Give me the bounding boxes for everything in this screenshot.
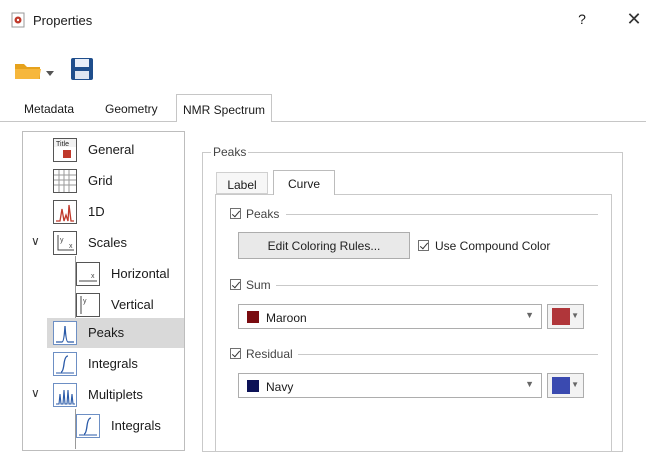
tree-item-label: 1D <box>88 204 105 219</box>
chevron-down-icon: ▼ <box>525 310 534 320</box>
peaks-checkbox-label: Peaks <box>246 207 280 221</box>
tree-item-general[interactable]: Title General <box>23 135 184 165</box>
use-compound-color-label: Use Compound Color <box>435 239 551 253</box>
spectrum-1d-icon <box>53 200 77 224</box>
close-button[interactable]: ✕ <box>625 9 643 30</box>
svg-text:Title: Title <box>56 141 69 148</box>
tree-item-label: Multiplets <box>88 387 143 402</box>
tree-item-label: Integrals <box>88 356 138 371</box>
help-button[interactable]: ? <box>574 11 590 27</box>
multiplet-icon <box>53 383 77 407</box>
svg-text:x: x <box>91 273 95 280</box>
tree-item-label: Horizontal <box>111 266 170 281</box>
tab-nmr-spectrum[interactable]: NMR Spectrum <box>176 94 272 122</box>
residual-color-swatch <box>247 380 259 392</box>
sum-color-name: Maroon <box>266 311 307 325</box>
vertical-scale-icon: y <box>76 293 100 317</box>
tab-divider <box>0 121 646 122</box>
tab-geometry[interactable]: Geometry <box>105 102 158 116</box>
chevron-down-icon: ▼ <box>525 379 534 389</box>
settings-tree: Title General Grid 1D ∨ y x Scales x Hor… <box>22 131 185 451</box>
residual-checkbox-label: Residual <box>246 347 293 361</box>
tree-item-label: Peaks <box>88 325 125 340</box>
window-title: Properties <box>33 13 93 28</box>
tree-item-multiplets[interactable]: ∨ Multiplets <box>23 380 184 410</box>
sum-checkbox[interactable] <box>230 279 241 290</box>
chevron-down-icon[interactable] <box>46 66 54 76</box>
tree-item-integrals[interactable]: Integrals <box>23 349 184 379</box>
use-compound-color-checkbox[interactable] <box>418 240 429 251</box>
tree-item-grid[interactable]: Grid <box>23 166 184 196</box>
section-divider <box>286 214 598 215</box>
tree-item-peaks[interactable]: Peaks <box>47 318 184 348</box>
app-icon <box>11 12 25 28</box>
tree-item-horizontal[interactable]: x Horizontal <box>23 259 184 289</box>
horizontal-scale-icon: x <box>76 262 100 286</box>
residual-color-name: Navy <box>266 380 294 394</box>
integral-icon <box>76 414 100 438</box>
residual-color-select[interactable]: Navy ▼ <box>238 373 542 398</box>
sum-checkbox-label: Sum <box>246 278 271 292</box>
svg-text:y: y <box>83 298 87 305</box>
tree-item-label: General <box>88 142 135 157</box>
sum-color-select[interactable]: Maroon ▼ <box>238 304 542 329</box>
svg-text:y: y <box>60 237 64 244</box>
residual-color-button[interactable]: ▼ <box>547 373 584 398</box>
tree-item-label: Integrals <box>111 418 161 433</box>
grid-icon <box>53 169 77 193</box>
scales-icon: y x <box>53 231 77 255</box>
sum-color-button[interactable]: ▼ <box>547 304 584 329</box>
section-divider <box>298 354 598 355</box>
floppy-save-icon[interactable] <box>70 57 94 81</box>
tree-item-vertical[interactable]: y Vertical <box>23 290 184 320</box>
chevron-down-icon: ▼ <box>571 380 579 389</box>
tree-item-label: Scales <box>88 235 128 250</box>
peaks-checkbox[interactable] <box>230 208 241 219</box>
residual-checkbox[interactable] <box>230 348 241 359</box>
tree-item-label: Grid <box>88 173 113 188</box>
chevron-down-icon[interactable]: ∨ <box>31 386 40 400</box>
tree-item-multiplet-integrals[interactable]: Integrals <box>23 411 184 441</box>
integral-icon <box>53 352 77 376</box>
title-icon: Title <box>53 138 77 162</box>
tree-item-label: Vertical <box>111 297 154 312</box>
edit-coloring-rules-button[interactable]: Edit Coloring Rules... <box>238 232 410 259</box>
tab-label[interactable]: Label <box>216 172 268 194</box>
tree-item-1d[interactable]: 1D <box>23 197 184 227</box>
section-divider <box>276 285 598 286</box>
peak-icon <box>53 321 77 345</box>
chevron-down-icon: ▼ <box>571 311 579 320</box>
svg-text:x: x <box>69 243 73 250</box>
chevron-down-icon[interactable]: ∨ <box>31 234 40 248</box>
peaks-group-title: Peaks <box>211 145 249 159</box>
folder-open-icon[interactable] <box>14 60 42 80</box>
tab-curve[interactable]: Curve <box>273 170 335 195</box>
sum-color-preview <box>552 308 570 325</box>
residual-color-preview <box>552 377 570 394</box>
sum-color-swatch <box>247 311 259 323</box>
tab-metadata[interactable]: Metadata <box>24 102 74 116</box>
tree-item-scales[interactable]: ∨ y x Scales <box>23 228 184 258</box>
